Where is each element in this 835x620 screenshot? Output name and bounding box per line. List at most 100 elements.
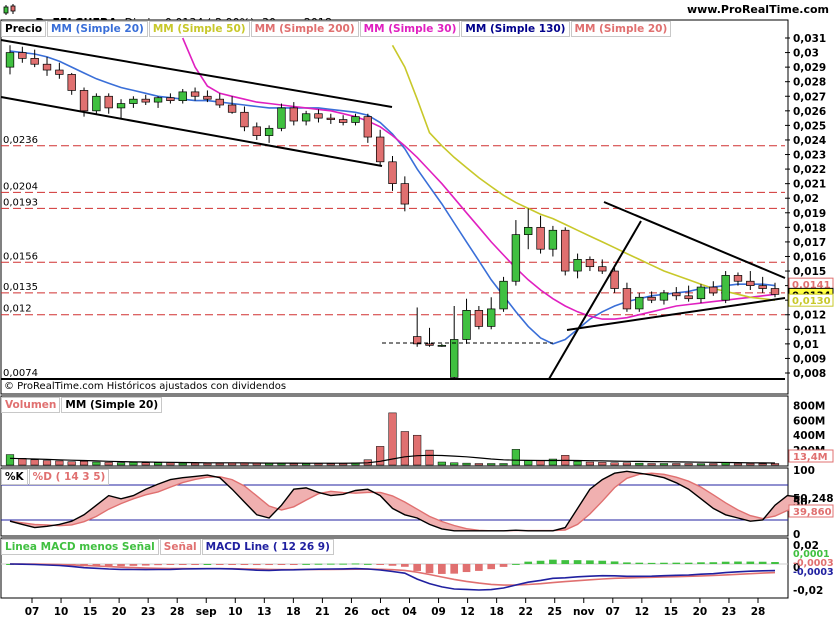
macd-hist-bar xyxy=(240,564,249,565)
price-tick-label: 0,029 xyxy=(793,62,826,74)
volume-legend-item[interactable]: Volumen xyxy=(1,396,61,413)
macd-hist-bar xyxy=(413,564,422,571)
volume-bar xyxy=(153,462,163,466)
macd-hist-bar xyxy=(326,563,335,565)
macd-hist-bar xyxy=(487,564,496,570)
price-legend-item[interactable]: Precio xyxy=(1,20,47,37)
volume-bar xyxy=(462,462,471,466)
macd-hist-bar xyxy=(438,564,446,574)
macd-hist-bar xyxy=(265,564,273,566)
price-legend-item[interactable]: MM (Simple 20) xyxy=(570,20,672,37)
volume-bar xyxy=(696,463,706,466)
price-legend-item[interactable]: MM (Simple 20) xyxy=(47,20,148,37)
level-label: 0,0236 xyxy=(3,135,38,146)
x-tick-label: 07 xyxy=(25,606,40,618)
x-tick-label: 26 xyxy=(344,606,359,618)
stoch-tick-label: 100 xyxy=(793,465,815,477)
volume-bar xyxy=(437,461,446,466)
x-axis: 07 10 15 20 23 28 sep 10 13 18 21 26 oct 04 09 12 18 22 25… xyxy=(25,598,765,618)
candle-body xyxy=(548,229,558,250)
macd-hist-bar xyxy=(721,561,730,564)
volume-bar xyxy=(585,461,594,466)
volume-legend-item[interactable]: MM (Simple 20) xyxy=(61,396,163,413)
macd-legend-item[interactable]: Señal xyxy=(159,538,201,555)
macd-hist-bar xyxy=(450,564,459,574)
stoch-legend-item[interactable]: %K xyxy=(1,468,28,485)
candle-body xyxy=(672,292,681,297)
candle-body xyxy=(277,107,286,129)
chart-canvas[interactable]: 0,0310,030,0290,0280,0270,0260,0250,0240… xyxy=(0,0,835,620)
candle-body xyxy=(190,91,200,97)
macd-legend-item[interactable]: MACD Line ( 12 26 9) xyxy=(201,538,334,555)
x-tick-label: 12 xyxy=(460,606,475,618)
volume-legend: Volumen MM (Simple 20) xyxy=(1,396,163,413)
macd-hist-bar xyxy=(499,564,508,567)
volume-bar xyxy=(388,412,397,466)
price-tick-label: 0,015 xyxy=(793,266,826,278)
candle-body xyxy=(450,339,459,378)
price-legend-item[interactable]: MM (Simple 30) xyxy=(359,20,461,37)
macd-hist-bar xyxy=(376,564,384,565)
macd-hist-bar xyxy=(536,560,545,564)
price-tick-label: 0,028 xyxy=(793,77,826,89)
volume-bar xyxy=(672,463,681,466)
candle-body xyxy=(561,229,570,272)
price-legend-item[interactable]: MM (Simple 200) xyxy=(250,20,359,37)
level-label: 0,0074 xyxy=(3,368,38,379)
candle-body xyxy=(79,90,89,112)
stoch-panel[interactable]: 10050050,24839,860 xyxy=(0,465,834,541)
candle-body xyxy=(635,296,644,310)
price-legend: Precio MM (Simple 20) MM (Simple 50) MM (Si… xyxy=(1,20,672,37)
stoch-legend-item[interactable]: %D ( 14 3 5) xyxy=(28,468,110,485)
macd-legend-item[interactable]: Linea MACD menos Señal xyxy=(1,538,159,555)
price-panel[interactable]: 0,031 0,03 0,029 0,028 0,027 0,026 0,025 0,024 0… xyxy=(0,19,834,395)
macd-hist-bar xyxy=(252,564,261,566)
macd-hist-bar xyxy=(610,561,619,564)
x-tick-label: 18 xyxy=(489,606,504,618)
macd-hist-bar xyxy=(684,562,693,564)
macd-hist-bar xyxy=(734,561,742,564)
candle-body xyxy=(598,266,607,272)
macd-hist-bar xyxy=(561,560,570,564)
candle-body xyxy=(363,116,372,138)
x-tick-label: 23 xyxy=(722,606,737,618)
price-axis: 0,031 0,03 0,029 0,028 0,027 0,026 0,025 0,024 0… xyxy=(785,33,826,380)
candle-body xyxy=(610,270,619,289)
candle-body xyxy=(215,98,224,106)
volume-tick-label: 800M xyxy=(793,400,825,412)
candle-body xyxy=(733,275,743,282)
x-tick-label: 13 xyxy=(257,606,272,618)
price-legend-item[interactable]: MM (Simple 130) xyxy=(461,20,570,37)
macd-hist-bar xyxy=(401,564,409,567)
price-tick-label: 0,019 xyxy=(793,208,826,220)
candle-body xyxy=(240,111,249,128)
volume-bar xyxy=(733,463,743,466)
volume-bar xyxy=(659,463,669,466)
macd-hist-bar xyxy=(475,564,483,571)
candle-body xyxy=(375,136,385,163)
x-tick-label: 20 xyxy=(693,606,708,618)
price-legend-item[interactable]: MM (Simple 50) xyxy=(148,20,250,37)
candle-body xyxy=(573,259,582,272)
volume-bar xyxy=(573,461,582,466)
macd-hist-bar xyxy=(573,560,582,564)
macd-hist-bar xyxy=(141,564,150,566)
macd-hist-bar xyxy=(586,560,594,564)
price-tick-label: 0,009 xyxy=(793,353,826,365)
volume-bar xyxy=(684,463,693,466)
candle-body xyxy=(524,226,533,235)
volume-bar xyxy=(166,462,175,466)
volume-bar xyxy=(42,460,52,466)
macd-hist-bar xyxy=(672,562,681,564)
candle-body xyxy=(289,107,298,122)
volume-bar xyxy=(400,431,409,466)
price-tick-label: 0,027 xyxy=(793,91,826,103)
volume-bar xyxy=(499,463,508,466)
macd-hist-bar xyxy=(598,560,607,564)
candle-body xyxy=(314,113,323,119)
x-tick-label: 12 xyxy=(635,606,650,618)
copyright-note: © ProRealTime.com Históricos ajustados c… xyxy=(4,381,287,392)
volume-bar xyxy=(511,449,520,466)
level-label: 0,012 xyxy=(3,304,32,315)
level-label: 0,0193 xyxy=(3,197,38,208)
